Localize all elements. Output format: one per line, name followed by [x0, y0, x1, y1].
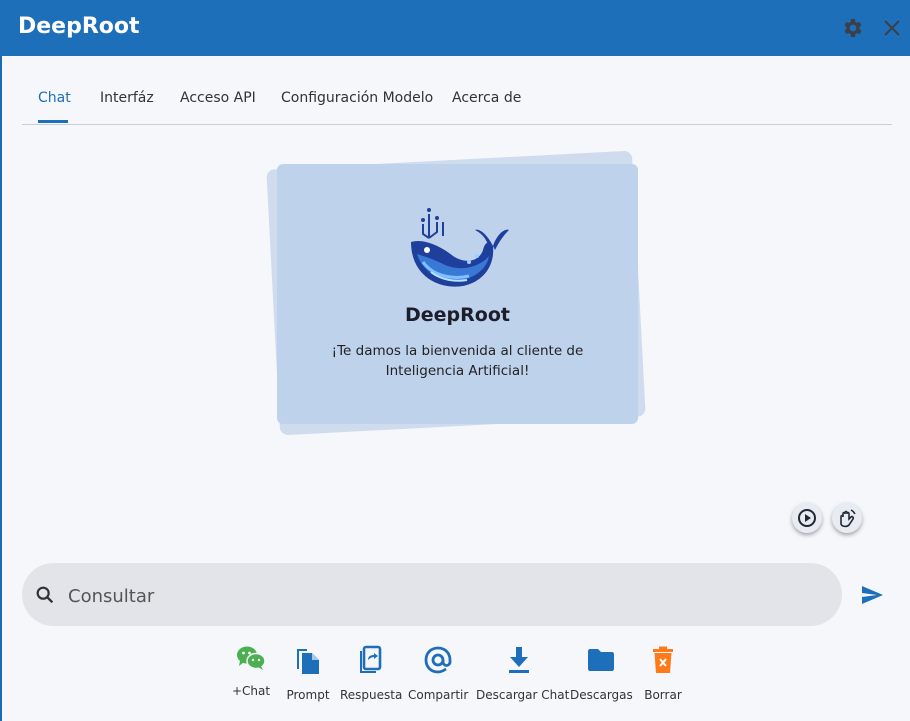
search-input[interactable]: [66, 581, 810, 611]
wechat-icon: [237, 646, 266, 670]
download-chat-button[interactable]: Descargar Chat: [476, 645, 570, 702]
title-bar: DeepRoot: [0, 0, 910, 56]
search-bar: [22, 563, 842, 626]
whale-logo-icon: [411, 208, 509, 287]
welcome-subtitle: ¡Te damos la bienvenida al cliente de In…: [331, 343, 584, 379]
play-circle-icon: [798, 509, 816, 527]
copy-response-label: Respuesta: [340, 688, 403, 702]
delete-label: Borrar: [644, 688, 682, 702]
send-button[interactable]: [860, 583, 884, 611]
hand-button[interactable]: [832, 503, 862, 533]
share-label: Compartir: [408, 688, 469, 702]
tab-chat[interactable]: Chat: [38, 90, 71, 106]
search-icon: [36, 586, 54, 604]
delete-icon: [653, 646, 673, 673]
welcome-title: DeepRoot: [405, 304, 510, 326]
copy-response-button[interactable]: Respuesta: [340, 645, 402, 702]
copy-prompt-button[interactable]: Prompt: [285, 645, 331, 702]
download-chat-label: Descargar Chat: [476, 688, 570, 702]
share-button[interactable]: Compartir: [408, 645, 468, 702]
waving-hand-icon: [840, 509, 856, 528]
folder-icon: [588, 649, 614, 671]
window-border: [0, 0, 2, 721]
copy-prompt-label: Prompt: [286, 688, 330, 702]
downloads-button[interactable]: Descargas: [570, 645, 633, 702]
download-icon: [509, 647, 529, 673]
tab-bar: Chat Interfáz Acceso API Configuración M…: [22, 80, 892, 125]
delete-button[interactable]: Borrar: [643, 645, 683, 702]
new-chat-button[interactable]: +Chat: [232, 645, 270, 698]
at-icon: [424, 646, 452, 674]
tab-configuracion-modelo[interactable]: Configuración Modelo: [281, 90, 433, 106]
settings-gear-icon[interactable]: [840, 16, 864, 40]
tab-acerca-de[interactable]: Acerca de: [452, 90, 521, 106]
copy-icon: [297, 649, 319, 674]
active-tab-indicator: [38, 120, 68, 123]
share-copy-icon: [360, 645, 382, 673]
tab-acceso-api[interactable]: Acceso API: [180, 90, 256, 106]
new-chat-label: +Chat: [232, 684, 271, 698]
downloads-label: Descargas: [570, 688, 633, 702]
tab-interfaz[interactable]: Interfáz: [100, 90, 154, 106]
welcome-card: DeepRoot ¡Te damos la bienvenida al clie…: [277, 164, 638, 424]
close-icon[interactable]: [880, 16, 904, 40]
app-title: DeepRoot: [18, 14, 140, 39]
send-icon: [862, 586, 883, 604]
play-button[interactable]: [792, 503, 822, 533]
